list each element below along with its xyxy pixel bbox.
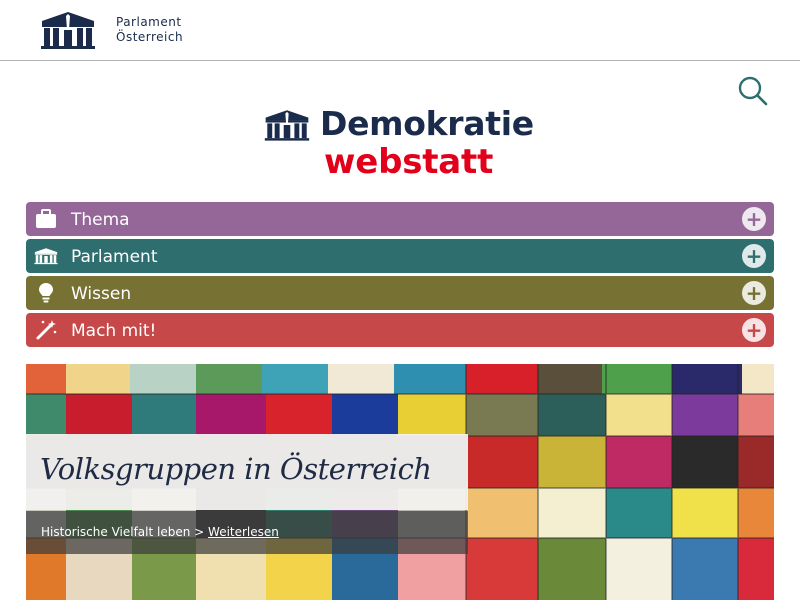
menu-label-parlament: Parlament [71, 247, 158, 267]
parliament-logo-icon [40, 10, 96, 50]
read-more-link[interactable]: Weiterlesen [208, 525, 279, 539]
expand-plus-icon[interactable]: + [742, 207, 766, 231]
hero-teaser-text: Historische Vielfalt leben > [41, 525, 205, 539]
logo-line-1: Parlament [116, 15, 182, 29]
brand-title: Demokratie [320, 104, 534, 143]
hero-title: Volksgruppen in Österreich [40, 452, 432, 486]
expand-plus-icon[interactable]: + [742, 318, 766, 342]
parliament-icon [34, 244, 58, 268]
parlament-logo-text: Parlament Österreich [116, 15, 183, 45]
search-icon [738, 76, 768, 106]
menu-item-mach-mit[interactable]: Mach mit! + [26, 313, 774, 347]
menu-item-parlament[interactable]: Parlament + [26, 239, 774, 273]
menu-item-wissen[interactable]: Wissen + [26, 276, 774, 310]
top-bar: Parlament Österreich [0, 0, 800, 61]
briefcase-icon [34, 207, 58, 231]
menu-label-thema: Thema [71, 210, 130, 230]
lightbulb-icon [34, 281, 58, 305]
demokratie-webstatt-logo[interactable]: Demokratie webstatt [264, 104, 544, 184]
menu-label-mach-mit: Mach mit! [71, 321, 157, 341]
hero-teaser-text-wrap: Historische Vielfalt leben > Weiterlesen [41, 525, 279, 539]
expand-plus-icon[interactable]: + [742, 244, 766, 268]
magic-wand-icon [34, 318, 58, 342]
menu-label-wissen: Wissen [71, 284, 132, 304]
hero-teaser[interactable]: Volksgruppen in Österreich Historische V… [26, 364, 774, 600]
logo-line-2: Österreich [116, 30, 184, 44]
search-button[interactable] [737, 75, 769, 107]
menu-item-thema[interactable]: Thema + [26, 202, 774, 236]
hero-title-box: Volksgruppen in Österreich [26, 434, 468, 510]
parlament-logo-link[interactable]: Parlament Österreich [40, 10, 183, 50]
brand-subtitle: webstatt [324, 142, 494, 182]
parliament-brand-icon [264, 108, 310, 146]
expand-plus-icon[interactable]: + [742, 281, 766, 305]
hero-teaser-bar: Historische Vielfalt leben > Weiterlesen [26, 511, 468, 554]
main-menu: Thema + Parlament + Wissen + Mach mit! + [26, 202, 774, 350]
